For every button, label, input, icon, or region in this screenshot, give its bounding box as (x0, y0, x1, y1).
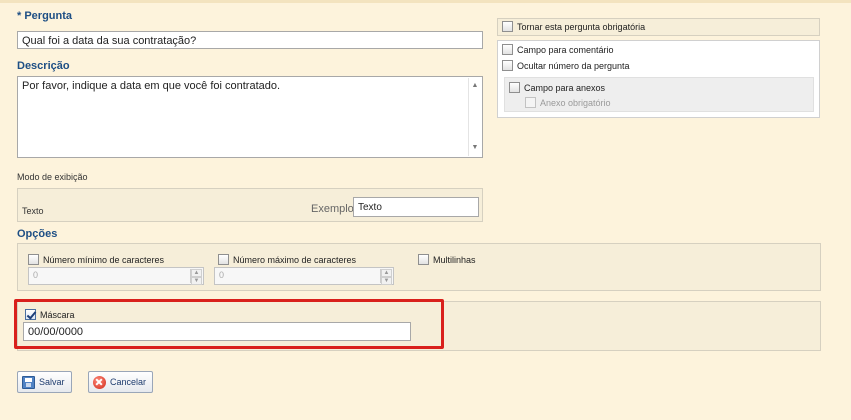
comment-checkbox-row[interactable]: Campo para comentário (502, 44, 614, 55)
attachments-checkbox[interactable] (509, 82, 520, 93)
hide-number-label: Ocultar número da pergunta (517, 60, 630, 71)
multiline-label: Multilinhas (433, 254, 476, 265)
min-chars-input[interactable]: 0 ▲ ▼ (28, 267, 204, 285)
attachment-required-checkbox[interactable] (525, 97, 536, 108)
cancel-button-label: Cancelar (110, 377, 147, 387)
min-chars-checkbox-row[interactable]: Número mínimo de caracteres (28, 254, 164, 265)
description-scrollbar[interactable]: ▲ ▼ (468, 78, 481, 156)
comment-label: Campo para comentário (517, 44, 614, 55)
attachments-label: Campo para anexos (524, 82, 606, 93)
spin-up-icon[interactable]: ▲ (191, 269, 202, 277)
description-text: Por favor, indique a data em que você fo… (22, 80, 281, 92)
required-checkbox-row[interactable]: Tornar esta pergunta obrigatória (502, 21, 645, 32)
required-label: Tornar esta pergunta obrigatória (517, 21, 646, 32)
max-chars-input[interactable]: 0 ▲ ▼ (214, 267, 394, 285)
top-border (0, 0, 851, 3)
cancel-icon (93, 375, 106, 389)
max-chars-checkbox[interactable] (218, 254, 229, 265)
scroll-up-icon[interactable]: ▲ (469, 80, 481, 92)
example-input[interactable]: Texto (353, 197, 479, 217)
save-button[interactable]: Salvar (17, 371, 72, 393)
max-chars-checkbox-row[interactable]: Número máximo de caracteres (218, 254, 356, 265)
save-button-label: Salvar (39, 377, 65, 387)
min-chars-value: 0 (33, 270, 39, 280)
comment-checkbox[interactable] (502, 44, 513, 55)
description-label: Descrição (17, 60, 70, 72)
description-textarea[interactable]: Por favor, indique a data em que você fo… (17, 76, 483, 158)
min-chars-checkbox[interactable] (28, 254, 39, 265)
hide-number-checkbox-row[interactable]: Ocultar número da pergunta (502, 60, 630, 71)
scroll-down-icon[interactable]: ▼ (469, 142, 481, 154)
multiline-checkbox-row[interactable]: Multilinhas (418, 254, 476, 265)
save-icon (22, 375, 35, 389)
attachment-required-checkbox-row[interactable]: Anexo obrigatório (525, 97, 611, 108)
max-chars-spinner[interactable]: ▲ ▼ (380, 269, 392, 285)
spin-down-icon[interactable]: ▼ (381, 277, 392, 285)
hide-number-checkbox[interactable] (502, 60, 513, 71)
question-label: * Pergunta (17, 10, 73, 22)
spin-down-icon[interactable]: ▼ (191, 277, 202, 285)
attachments-checkbox-row[interactable]: Campo para anexos (509, 82, 605, 93)
example-label: Exemplo: (311, 203, 357, 215)
attachment-required-label: Anexo obrigatório (540, 97, 611, 108)
max-chars-label: Número máximo de caracteres (233, 254, 357, 265)
spin-up-icon[interactable]: ▲ (381, 269, 392, 277)
required-checkbox[interactable] (502, 21, 513, 32)
max-chars-value: 0 (219, 270, 225, 280)
cancel-button[interactable]: Cancelar (88, 371, 154, 393)
multiline-checkbox[interactable] (418, 254, 429, 265)
min-chars-label: Número mínimo de caracteres (43, 254, 165, 265)
question-input[interactable]: Qual foi a data da sua contratação? (17, 31, 483, 49)
options-label: Opções (17, 228, 58, 240)
display-mode-label: Modo de exibição (17, 172, 88, 182)
highlight-box (14, 299, 444, 349)
display-mode-value: Texto (22, 206, 44, 216)
min-chars-spinner[interactable]: ▲ ▼ (190, 269, 202, 285)
